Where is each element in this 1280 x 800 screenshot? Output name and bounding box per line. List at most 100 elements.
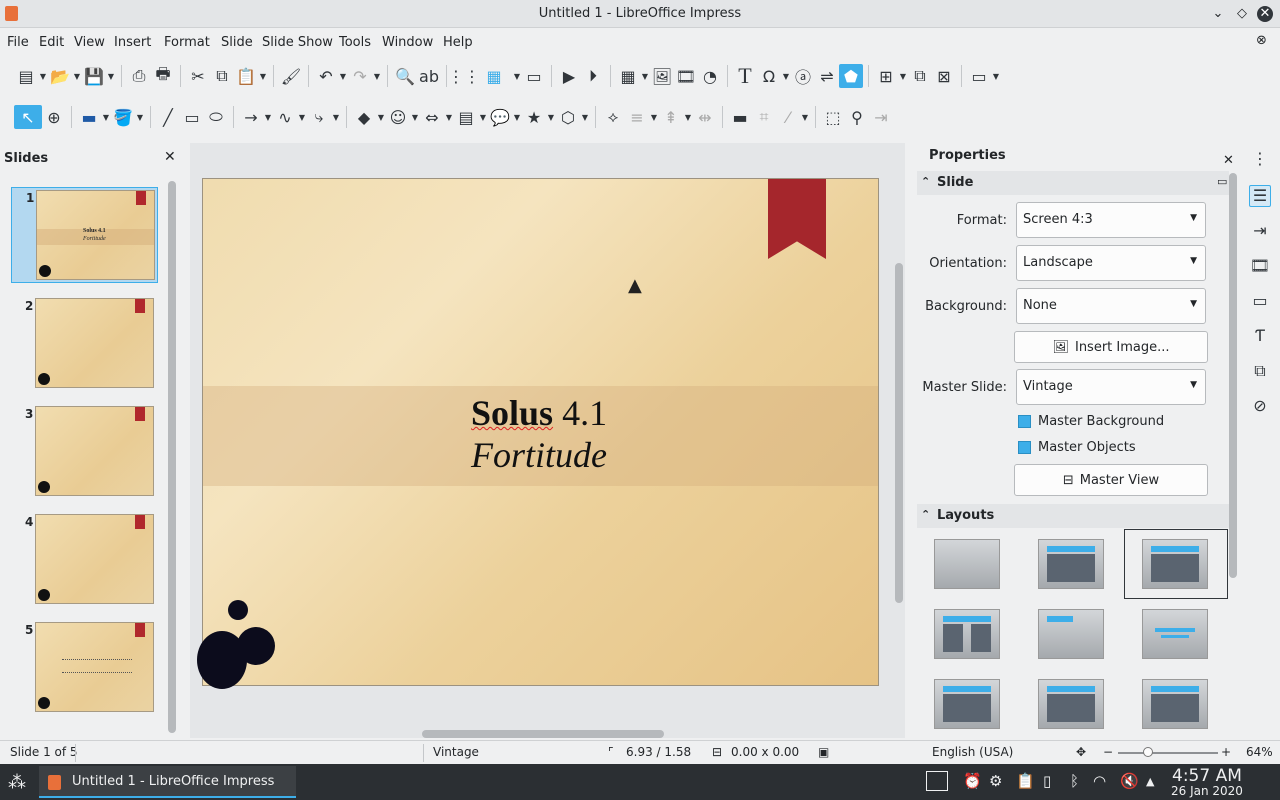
slide-section-header[interactable]: ⌃ Slide ▭: [917, 171, 1229, 195]
bluetooth-icon[interactable]: ᛒ: [1070, 772, 1079, 790]
image-icon[interactable]: 🖼: [650, 64, 674, 88]
layout-title-only[interactable]: [1038, 609, 1104, 659]
clock-time[interactable]: 4:57 AM: [1172, 766, 1242, 786]
battery-icon[interactable]: ▯: [1043, 772, 1051, 790]
glue-points-icon[interactable]: ⚲: [845, 105, 869, 129]
connectors-dropdown-icon[interactable]: ▼: [331, 113, 341, 122]
zoom-out-icon[interactable]: −: [1103, 745, 1113, 759]
arrange-dropdown-icon[interactable]: ▼: [683, 113, 693, 122]
layout-title-four[interactable]: [1142, 679, 1208, 729]
3d-object-icon[interactable]: ⬡: [556, 105, 580, 129]
find-replace-icon[interactable]: 🔍: [393, 64, 417, 88]
callout-icon[interactable]: 💬: [488, 105, 512, 129]
zoom-in-icon[interactable]: +: [1221, 745, 1231, 759]
menu-insert[interactable]: Insert: [114, 35, 151, 50]
table-dropdown-icon[interactable]: ▼: [640, 72, 650, 81]
distribute-icon[interactable]: ⇹: [693, 105, 717, 129]
start-current-slide-icon[interactable]: ⏵: [581, 64, 605, 88]
basic-shapes-icon[interactable]: ◆: [352, 105, 376, 129]
master-objects-checkbox[interactable]: [1018, 441, 1031, 454]
animation-icon[interactable]: 🎞: [1249, 256, 1271, 278]
filter-icon[interactable]: ⁄: [776, 105, 800, 129]
master-slide-icon[interactable]: ▭: [522, 64, 546, 88]
toggle-extrusion-icon[interactable]: ⇥: [869, 105, 893, 129]
views-dropdown-icon[interactable]: ▼: [512, 72, 522, 81]
layout-title-content-selected[interactable]: [1142, 539, 1208, 589]
zoom-slider[interactable]: [1118, 752, 1218, 754]
layout-title-content-split[interactable]: [1038, 679, 1104, 729]
menu-window[interactable]: Window: [382, 35, 433, 50]
3d-objects-dropdown-icon[interactable]: ▼: [580, 113, 590, 122]
redo-icon[interactable]: ↷: [348, 64, 372, 88]
print-icon[interactable]: 🖶: [151, 64, 175, 88]
line-color-icon[interactable]: ▬: [77, 105, 101, 129]
navigator-icon[interactable]: ⊘: [1249, 396, 1271, 418]
layout-title-two-content[interactable]: [934, 609, 1000, 659]
slide-thumbnail-5[interactable]: 5: [11, 620, 158, 716]
table-icon[interactable]: ▦: [616, 64, 640, 88]
properties-deck-icon[interactable]: ☰: [1249, 185, 1271, 207]
show-draw-functions-icon[interactable]: ⬟: [839, 64, 863, 88]
new-dropdown-icon[interactable]: ▼: [38, 72, 48, 81]
slide-thumbnail-3[interactable]: 3: [11, 404, 158, 500]
master-background-checkbox[interactable]: [1018, 415, 1031, 428]
close-properties-icon[interactable]: ✕: [1223, 153, 1234, 168]
text-box-icon[interactable]: T: [733, 63, 757, 88]
clipboard-icon[interactable]: 📋: [1016, 772, 1035, 790]
more-options-icon[interactable]: ▭: [1217, 175, 1227, 188]
symbol-shapes-dropdown-icon[interactable]: ▼: [410, 113, 420, 122]
special-char-dropdown-icon[interactable]: ▼: [781, 72, 791, 81]
block-arrows-dropdown-icon[interactable]: ▼: [444, 113, 454, 122]
slide-thumbnail-2[interactable]: 2: [11, 296, 158, 392]
minimize-icon[interactable]: ⌄: [1210, 6, 1226, 22]
document-modified-icon[interactable]: ▣: [818, 745, 829, 759]
undo-icon[interactable]: ↶: [314, 64, 338, 88]
close-document-icon[interactable]: ⊗: [1256, 33, 1267, 48]
filter-dropdown-icon[interactable]: ▼: [800, 113, 810, 122]
master-slide-select[interactable]: Vintage ▼: [1016, 369, 1206, 405]
curves-dropdown-icon[interactable]: ▼: [297, 113, 307, 122]
gallery-icon[interactable]: ⧉: [1249, 361, 1271, 383]
layouts-section-header[interactable]: ⌃ Layouts: [917, 504, 1229, 528]
arrow-line-icon[interactable]: →: [239, 105, 263, 129]
new-document-icon[interactable]: ▤: [14, 64, 38, 88]
align-icon[interactable]: ≡: [625, 105, 649, 129]
fontwork-icon[interactable]: ⓐ: [791, 64, 815, 88]
layout-blank[interactable]: [934, 539, 1000, 589]
tray-expand-icon[interactable]: ▲: [1146, 775, 1154, 788]
open-dropdown-icon[interactable]: ▼: [72, 72, 82, 81]
save-dropdown-icon[interactable]: ▼: [106, 72, 116, 81]
zoom-pan-icon[interactable]: ⊕: [42, 105, 66, 129]
shadow-icon[interactable]: ▬: [728, 105, 752, 129]
insert-image-button[interactable]: 🖼 Insert Image...: [1014, 331, 1208, 363]
star-icon[interactable]: ★: [522, 105, 546, 129]
symbol-shapes-icon[interactable]: ☺: [386, 105, 410, 129]
zoom-slider-handle[interactable]: [1143, 747, 1153, 757]
maximize-icon[interactable]: ◇: [1234, 6, 1250, 22]
transformations-icon[interactable]: ⬚: [821, 105, 845, 129]
properties-scrollbar[interactable]: [1229, 173, 1237, 578]
menu-edit[interactable]: Edit: [39, 35, 64, 50]
settings-icon[interactable]: ⚙: [989, 772, 1002, 790]
fill-color-icon[interactable]: 🪣: [111, 105, 135, 129]
stars-dropdown-icon[interactable]: ▼: [546, 113, 556, 122]
orientation-select[interactable]: Landscape ▼: [1016, 245, 1206, 281]
points-edit-icon[interactable]: ⟡: [601, 105, 625, 129]
paste-icon[interactable]: 📋: [234, 64, 258, 88]
line-icon[interactable]: ╱: [156, 105, 180, 129]
fit-slide-icon[interactable]: ✥: [1076, 745, 1086, 759]
new-slide-dropdown-icon[interactable]: ▼: [898, 72, 908, 81]
slide-subtitle[interactable]: Fortitude: [471, 434, 607, 476]
select-pointer-icon[interactable]: ↖: [14, 105, 42, 129]
basic-shapes-dropdown-icon[interactable]: ▼: [376, 113, 386, 122]
format-select[interactable]: Screen 4:3 ▼: [1016, 202, 1206, 238]
block-arrows-icon[interactable]: ⇔: [420, 105, 444, 129]
sidebar-menu-icon[interactable]: ⋮: [1249, 149, 1271, 171]
export-pdf-icon[interactable]: ⎙: [127, 64, 151, 88]
taskbar-task-impress[interactable]: Untitled 1 - LibreOffice Impress: [39, 766, 296, 798]
zoom-level[interactable]: 64%: [1246, 745, 1273, 759]
layout-title-content-two[interactable]: [934, 679, 1000, 729]
close-window-icon[interactable]: ✕: [1257, 6, 1273, 22]
connector-icon[interactable]: ⤷: [307, 105, 331, 129]
slide-thumbnail-4[interactable]: 4: [11, 512, 158, 608]
